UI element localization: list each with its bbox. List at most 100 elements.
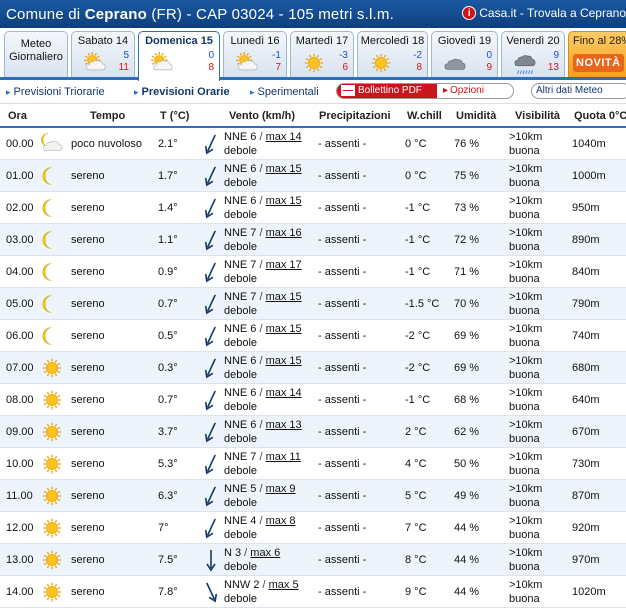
bollettino-pdf-button[interactable]: — Bollettino PDF <box>337 84 437 98</box>
table-row: 06.00 sereno 0.5° NNE 6 / max 15 debole … <box>0 320 626 352</box>
cell-wchill: -1 °C <box>405 394 431 406</box>
wind-max-link[interactable]: max 16 <box>266 227 302 239</box>
cell-visibilita-qualita: buona <box>509 497 540 509</box>
tab-day-2[interactable]: Domenica 15 0 8 <box>138 31 220 81</box>
tab-day-5[interactable]: Mercoledì 18 -2 8 <box>357 31 428 77</box>
col-precipitazioni: Precipitazioni <box>319 110 391 122</box>
altri-dati-meteo-button[interactable]: Altri dati Meteo <box>531 83 626 99</box>
cell-tempo: sereno <box>71 586 105 598</box>
sun-icon <box>40 580 64 604</box>
cell-tempo: sereno <box>71 522 105 534</box>
cell-tempo: sereno <box>71 202 105 214</box>
subnav: Previsioni Triorarie Previsioni Orarie S… <box>0 80 626 104</box>
cell-umidita: 75 % <box>454 170 480 182</box>
cell-vento: NNE 6 / max 15 <box>224 195 302 207</box>
tab-day-0[interactable]: Meteo Giornaliero <box>4 31 68 77</box>
wind-max-link[interactable]: max 14 <box>266 387 302 399</box>
moon-icon <box>40 164 64 188</box>
cell-visibilita: >10km <box>509 483 543 495</box>
wind-max-link[interactable]: max 17 <box>266 259 302 271</box>
cell-wchill: 2 °C <box>405 426 427 438</box>
col-umidita: Umidità <box>456 110 497 122</box>
cell-umidita: 76 % <box>454 138 480 150</box>
tab-min-temp: 5 <box>123 50 129 61</box>
cell-vento-forza: debole <box>224 401 258 413</box>
cell-vento-forza: debole <box>224 177 258 189</box>
cell-visibilita: >10km <box>509 355 543 367</box>
wind-max-link[interactable]: max 15 <box>266 291 302 303</box>
cell-vento: NNW 2 / max 5 <box>224 579 299 591</box>
cell-vento-forza: debole <box>224 273 258 285</box>
tab-label: Lunedì 16 <box>230 35 280 47</box>
wind-max-link[interactable]: max 6 <box>250 547 280 559</box>
table-row: 10.00 sereno 5.3° NNE 7 / max 11 debole … <box>0 448 626 480</box>
wind-max-link[interactable]: max 5 <box>269 579 299 591</box>
cell-wchill: 0 °C <box>405 170 427 182</box>
cell-wchill: -1.5 °C <box>405 298 440 310</box>
cell-precipitazioni: - assenti - <box>318 234 367 246</box>
cell-precipitazioni: - assenti - <box>318 426 367 438</box>
link-previsioni-orarie[interactable]: Previsioni Orarie <box>134 86 230 98</box>
cell-precipitazioni: - assenti - <box>318 170 367 182</box>
wind-max-link[interactable]: max 13 <box>266 419 302 431</box>
cell-vento: NNE 6 / max 14 <box>224 387 302 399</box>
casa-link[interactable]: i Casa.it - Trovala a Ceprano <box>462 6 626 20</box>
link-sperimentali[interactable]: Sperimentali <box>250 86 319 98</box>
cell-temp: 7.5° <box>158 554 178 566</box>
wind-max-link[interactable]: max 15 <box>266 323 302 335</box>
tab-day-8[interactable]: Fino al 28% NOVITÀ <box>568 31 626 77</box>
cell-tempo: sereno <box>71 170 105 182</box>
tab-day-4[interactable]: Martedì 17 -3 6 <box>290 31 354 77</box>
tab-day-7[interactable]: Venerdì 20 9 13 <box>501 31 565 77</box>
rain-icon <box>512 52 538 75</box>
cell-vento: NNE 6 / max 15 <box>224 163 302 175</box>
wind-arrow-icon <box>202 452 220 476</box>
wind-arrow-icon <box>202 164 220 188</box>
cell-tempo: sereno <box>71 490 105 502</box>
link-previsioni-triorarie[interactable]: Previsioni Triorarie <box>6 86 105 98</box>
cell-vento-forza: debole <box>224 529 258 541</box>
cell-precipitazioni: - assenti - <box>318 394 367 406</box>
cell-wchill: 8 °C <box>405 554 427 566</box>
wind-max-link[interactable]: max 15 <box>266 195 302 207</box>
opzioni-button[interactable]: Opzioni <box>437 84 513 98</box>
cell-ora: 03.00 <box>6 234 34 246</box>
cell-vento-forza: debole <box>224 145 258 157</box>
tab-day-1[interactable]: Sabato 14 5 11 <box>71 31 135 77</box>
sun-icon <box>40 452 64 476</box>
sun-icon <box>40 484 64 508</box>
wind-max-link[interactable]: max 15 <box>266 355 302 367</box>
casa-link-label[interactable]: Casa.it - Trovala a Ceprano <box>479 6 626 20</box>
col-ora: Ora <box>8 110 27 122</box>
wind-max-link[interactable]: max 15 <box>266 163 302 175</box>
cell-visibilita-qualita: buona <box>509 273 540 285</box>
cell-ora: 09.00 <box>6 426 34 438</box>
cell-vento: N 3 / max 6 <box>224 547 281 559</box>
cell-ora: 10.00 <box>6 458 34 470</box>
cell-vento: NNE 7 / max 15 <box>224 291 302 303</box>
cell-visibilita: >10km <box>509 579 543 591</box>
cell-wchill: -1 °C <box>405 234 431 246</box>
cell-quota: 870m <box>572 490 600 502</box>
cell-temp: 7.8° <box>158 586 178 598</box>
tab-day-3[interactable]: Lunedì 16 -1 7 <box>223 31 287 77</box>
cell-precipitazioni: - assenti - <box>318 138 367 150</box>
wind-max-link[interactable]: max 8 <box>266 515 296 527</box>
moon-icon <box>40 260 64 284</box>
wind-max-link[interactable]: max 9 <box>266 483 296 495</box>
cell-visibilita: >10km <box>509 195 543 207</box>
cell-ora: 04.00 <box>6 266 34 278</box>
cell-visibilita: >10km <box>509 451 543 463</box>
wind-arrow-icon <box>202 420 220 444</box>
wind-max-link[interactable]: max 14 <box>266 131 302 143</box>
cell-quota: 640m <box>572 394 600 406</box>
cloud-icon <box>442 52 468 74</box>
sun-icon <box>40 420 64 444</box>
cell-quota: 670m <box>572 426 600 438</box>
casa-logo-icon: i <box>462 6 477 20</box>
cell-umidita: 49 % <box>454 490 480 502</box>
wind-max-link[interactable]: max 11 <box>266 451 301 463</box>
cell-visibilita-qualita: buona <box>509 305 540 317</box>
tab-day-6[interactable]: Giovedì 19 0 9 <box>431 31 498 77</box>
wind-arrow-icon <box>202 260 220 284</box>
